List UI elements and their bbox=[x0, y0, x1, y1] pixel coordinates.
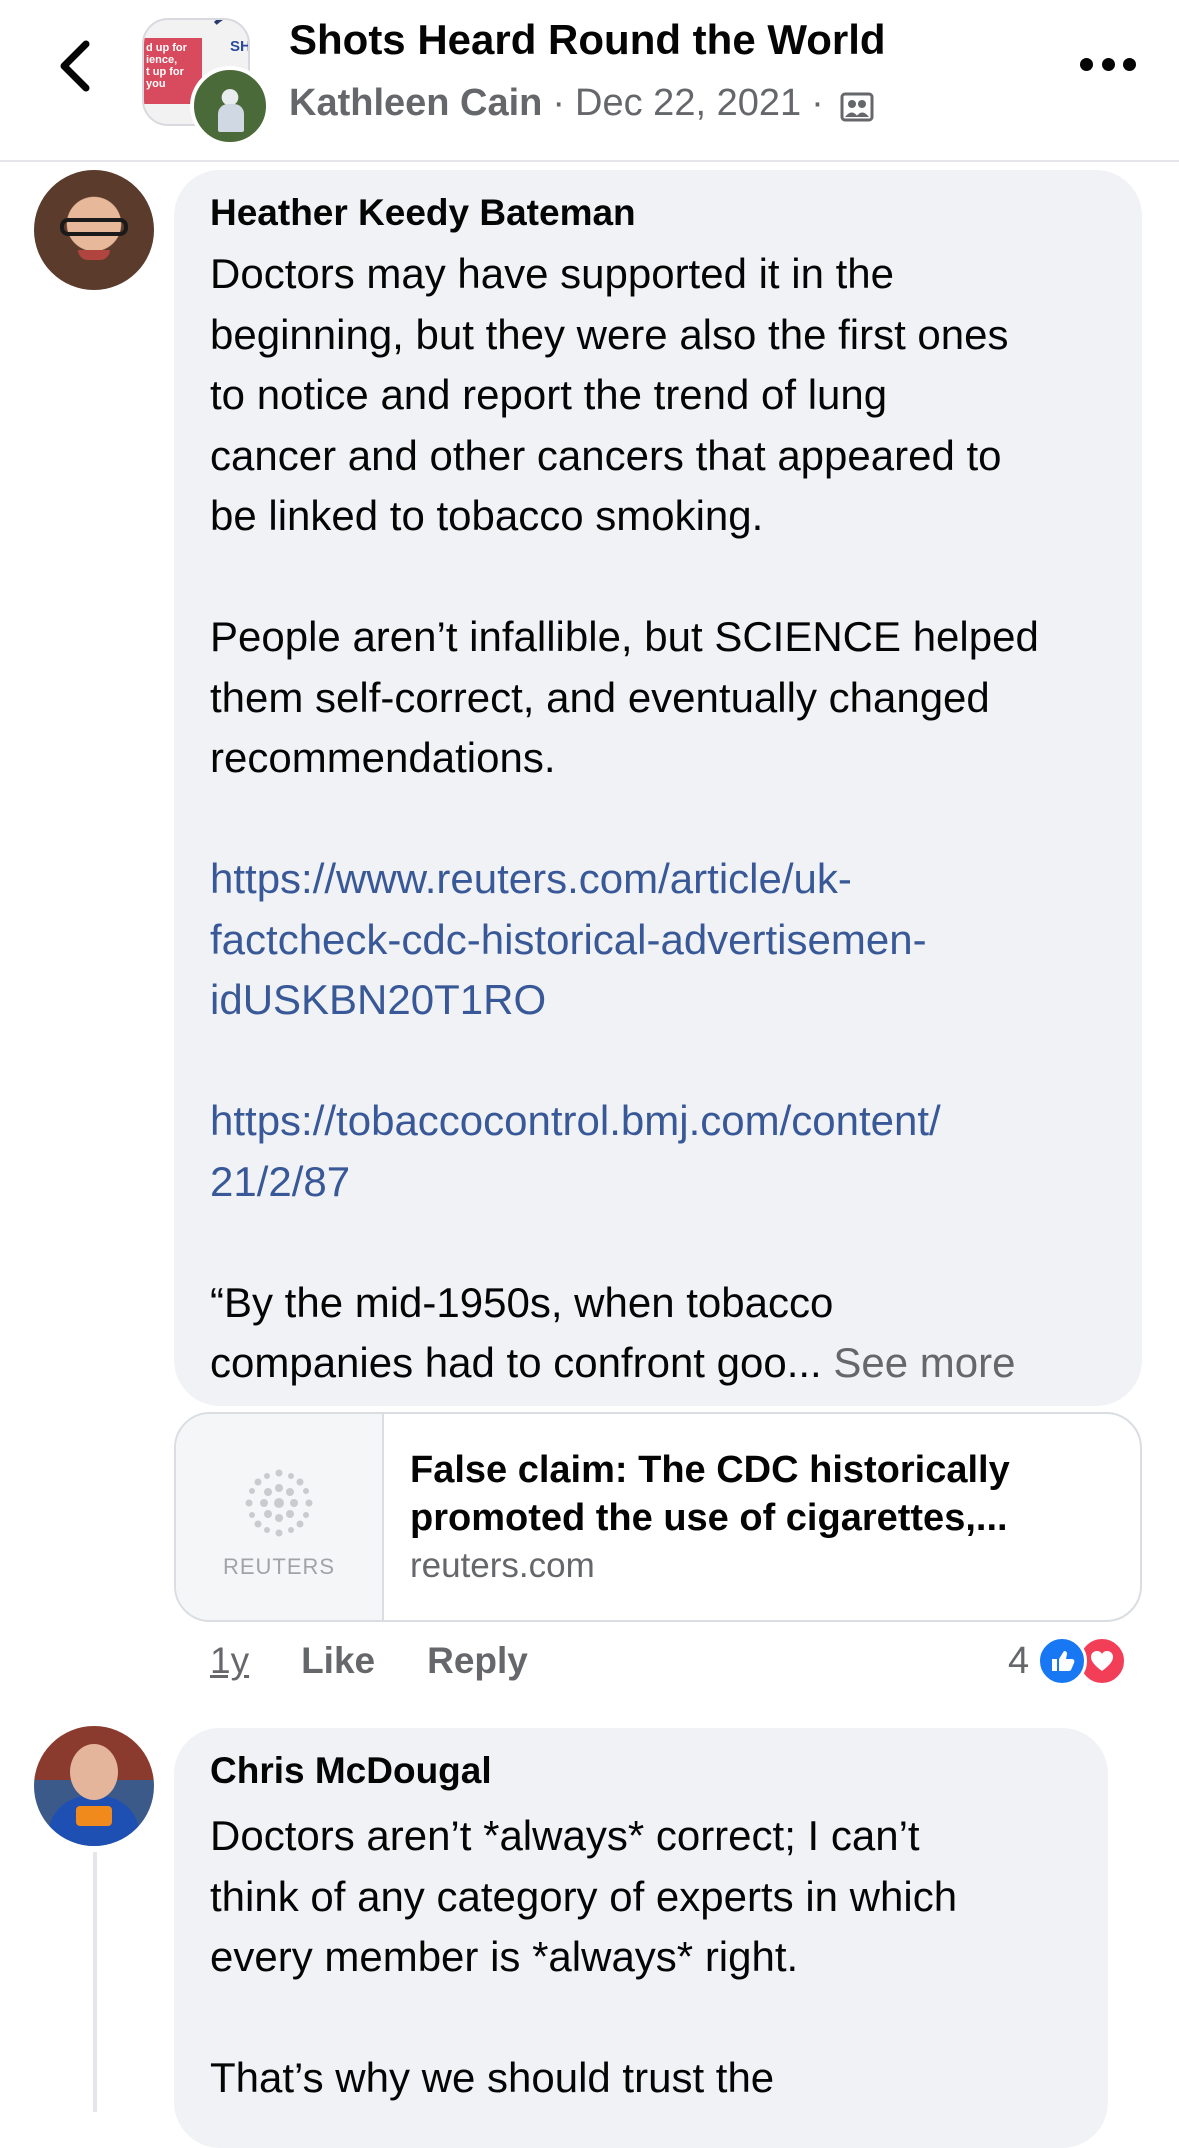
link-title: False claim: The CDC historically promot… bbox=[410, 1449, 1010, 1539]
reply-button[interactable]: Reply bbox=[427, 1640, 528, 1682]
commenter-name[interactable]: Heather Keedy Bateman bbox=[210, 192, 636, 234]
reuters-link[interactable]: factcheck-cdc-historical-advertisemen- bbox=[210, 910, 1039, 971]
comment-text: Doctors may have supported it in the beg… bbox=[210, 250, 1039, 1386]
post-header: d up for ience, t up for you SH Shots He… bbox=[0, 0, 1179, 162]
reuters-logo-icon bbox=[245, 1469, 313, 1537]
bmj-link[interactable]: https://tobaccocontrol.bmj.com/content/ bbox=[210, 1091, 1039, 1152]
reuters-link[interactable]: idUSKBN20T1RO bbox=[210, 970, 1039, 1031]
commenter-name[interactable]: Chris McDougal bbox=[210, 1750, 492, 1792]
like-button[interactable]: Like bbox=[301, 1640, 375, 1682]
reuters-link[interactable]: https://www.reuters.com/article/uk- bbox=[210, 849, 1039, 910]
group-avatar[interactable]: d up for ience, t up for you SH bbox=[142, 18, 270, 146]
see-more-link[interactable]: See more bbox=[833, 1339, 1015, 1386]
post-author[interactable]: Kathleen Cain bbox=[289, 82, 542, 125]
link-thumbnail: REUTERS bbox=[176, 1414, 384, 1620]
comment-text: Doctors aren’t *always* correct; I can’t… bbox=[210, 1812, 958, 2101]
link-preview-card[interactable]: REUTERS False claim: The CDC historicall… bbox=[174, 1412, 1142, 1622]
meta-separator: · bbox=[811, 82, 824, 124]
reaction-summary[interactable]: 4 bbox=[1008, 1634, 1128, 1688]
post-meta: Kathleen Cain · Dec 22, 2021 · bbox=[289, 82, 874, 125]
more-options-icon[interactable] bbox=[1080, 52, 1136, 76]
group-audience-icon bbox=[840, 92, 874, 121]
comment-bubble: Heather Keedy Bateman Doctors may have s… bbox=[174, 170, 1142, 1406]
reaction-count: 4 bbox=[1008, 1639, 1030, 1682]
bmj-link[interactable]: 21/2/87 bbox=[210, 1152, 1039, 1213]
reply-thread-line bbox=[93, 1852, 97, 2112]
reuters-logo-text: REUTERS bbox=[222, 1554, 336, 1579]
commenter-avatar[interactable] bbox=[34, 1726, 154, 1846]
link-domain: reuters.com bbox=[410, 1546, 595, 1585]
like-reaction-icon bbox=[1037, 1636, 1088, 1686]
author-avatar[interactable] bbox=[190, 66, 270, 146]
comment-actions: 1y Like Reply bbox=[210, 1636, 528, 1686]
back-chevron-icon[interactable] bbox=[48, 36, 108, 96]
meta-separator: · bbox=[552, 82, 566, 124]
commenter-avatar[interactable] bbox=[34, 170, 154, 290]
post-date[interactable]: Dec 22, 2021 bbox=[575, 82, 801, 125]
comment-time[interactable]: 1y bbox=[210, 1640, 249, 1682]
group-title[interactable]: Shots Heard Round the World bbox=[289, 16, 886, 64]
comment-bubble: Chris McDougal Doctors aren’t *always* c… bbox=[174, 1728, 1108, 2148]
